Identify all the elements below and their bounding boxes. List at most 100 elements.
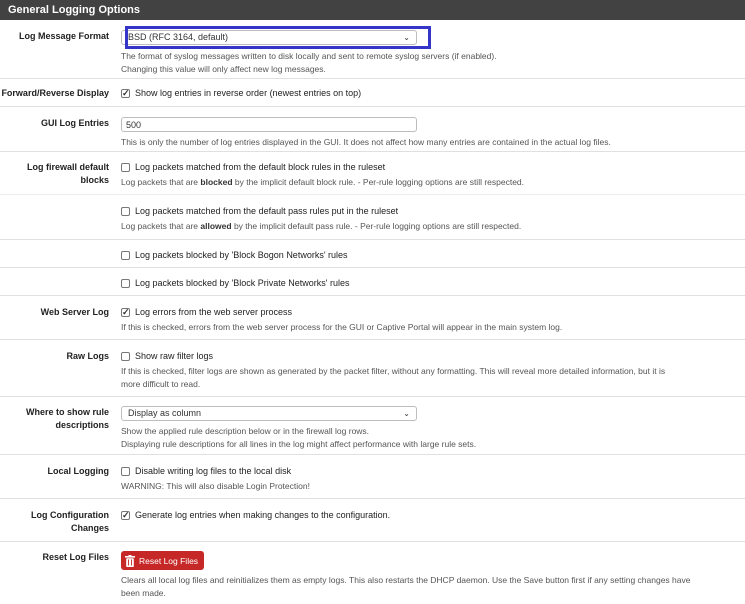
reset-log-files-help-2: been made. [121, 588, 166, 598]
row-firewall-default-block: Log firewall default blocks Log packets … [0, 152, 745, 195]
block-help-bold: blocked [200, 177, 233, 187]
block-bogon-field: Log packets blocked by 'Block Bogon Netw… [117, 249, 745, 267]
row-block-bogon: Log packets blocked by 'Block Bogon Netw… [0, 240, 745, 268]
forward-reverse-text: Show log entries in reverse order (newes… [135, 88, 362, 98]
row-gui-log-entries: GUI Log Entries This is only the number … [0, 107, 745, 152]
local-logging-help: WARNING: This will also disable Login Pr… [121, 481, 310, 491]
row-log-message-format: Log Message Format BSD (RFC 3164, defaul… [0, 20, 745, 79]
reset-log-files-button[interactable]: Reset Log Files [121, 551, 205, 570]
rule-descriptions-help-1: Show the applied rule description below … [121, 426, 370, 436]
rule-descriptions-value: Display as column [128, 408, 202, 418]
log-message-format-help-1: The format of syslog messages written to… [121, 51, 497, 61]
empty-label [0, 249, 117, 267]
local-logging-checkbox[interactable]: Disable writing log files to the local d… [121, 465, 745, 477]
log-private-checkbox[interactable]: Log packets blocked by 'Block Private Ne… [121, 277, 745, 289]
config-changes-checkbox[interactable]: Generate log entries when making changes… [121, 509, 745, 521]
row-forward-reverse: Forward/Reverse Display Show log entries… [0, 79, 745, 107]
row-rule-descriptions: Where to show rule descriptions Display … [0, 397, 745, 455]
log-private-text: Log packets blocked by 'Block Private Ne… [135, 278, 350, 288]
raw-logs-checkbox[interactable]: Show raw filter logs [121, 350, 745, 362]
log-default-block-checkbox[interactable]: Log packets matched from the default blo… [121, 161, 745, 173]
checkbox-unchecked-icon[interactable] [121, 351, 130, 361]
config-changes-label-line2: Changes [70, 523, 109, 533]
log-default-block-help: Log packets that are blocked by the impl… [121, 176, 745, 189]
reset-log-files-button-label: Reset Log Files [139, 555, 199, 566]
config-changes-label-line1: Log Configuration [31, 510, 109, 520]
log-message-format-help-2: Changing this value will only affect new… [121, 64, 326, 74]
panel-title: General Logging Options [0, 0, 745, 20]
checkbox-unchecked-icon[interactable] [121, 206, 130, 216]
checkbox-checked-icon[interactable] [121, 87, 130, 99]
raw-logs-help-2: more difficult to read. [121, 379, 201, 389]
local-logging-field: Disable writing log files to the local d… [117, 465, 745, 498]
log-message-format-label: Log Message Format [18, 31, 109, 41]
config-changes-text: Generate log entries when making changes… [135, 510, 391, 520]
row-block-private: Log packets blocked by 'Block Private Ne… [0, 268, 745, 296]
forward-reverse-checkbox[interactable]: Show log entries in reverse order (newes… [121, 87, 745, 99]
checkbox-unchecked-icon[interactable] [121, 278, 130, 288]
chevron-down-icon: ⌄ [403, 409, 410, 418]
firewall-default-label: Log firewall default blocks [0, 161, 117, 194]
row-config-changes: Log Configuration Changes Generate log e… [0, 499, 745, 542]
row-firewall-default-pass: Log packets matched from the default pas… [0, 195, 745, 240]
highlight-box [125, 26, 431, 49]
gui-log-entries-input[interactable] [121, 117, 417, 132]
local-logging-label: Local Logging [47, 466, 110, 476]
web-server-log-help: If this is checked, errors from the web … [121, 322, 563, 332]
web-server-log-text: Log errors from the web server process [135, 307, 293, 317]
raw-logs-label: Raw Logs [66, 351, 109, 361]
rule-descriptions-field: Display as column ⌄ Show the applied rul… [117, 406, 745, 454]
row-web-server-log: Web Server Log Log errors from the web s… [0, 296, 745, 340]
row-local-logging: Local Logging Disable writing log files … [0, 455, 745, 499]
firewall-default-label-line1: Log firewall default [26, 162, 109, 172]
general-logging-panel: General Logging Options Log Message Form… [0, 0, 745, 604]
trash-icon [125, 554, 135, 567]
pass-help-post: by the implicit default pass rule. - Per… [231, 221, 522, 231]
firewall-default-block-field: Log packets matched from the default blo… [117, 161, 745, 194]
web-server-log-checkbox[interactable]: Log errors from the web server process [121, 306, 745, 318]
block-private-field: Log packets blocked by 'Block Private Ne… [117, 277, 745, 295]
local-logging-text: Disable writing log files to the local d… [135, 466, 292, 476]
log-bogon-text: Log packets blocked by 'Block Bogon Netw… [135, 250, 348, 260]
web-server-log-label: Web Server Log [40, 307, 109, 317]
reset-log-files-help-1: Clears all local log files and reinitial… [121, 575, 691, 585]
rule-descriptions-label: Where to show rule descriptions [0, 406, 117, 454]
forward-reverse-label: Forward/Reverse Display [1, 88, 109, 98]
config-changes-field: Generate log entries when making changes… [117, 509, 745, 541]
firewall-default-label-line2: blocks [80, 175, 109, 185]
log-bogon-checkbox[interactable]: Log packets blocked by 'Block Bogon Netw… [121, 249, 745, 261]
block-help-post: by the implicit default block rule. - Pe… [232, 177, 525, 187]
rule-descriptions-label-line1: Where to show rule [25, 407, 109, 417]
checkbox-unchecked-icon[interactable] [121, 162, 130, 172]
gui-log-entries-field: This is only the number of log entries d… [117, 117, 745, 151]
web-server-log-field: Log errors from the web server process I… [117, 306, 745, 339]
empty-label [0, 277, 117, 295]
row-reset-log-files: Reset Log Files Reset Log Files Clears a… [0, 542, 745, 604]
log-default-pass-text: Log packets matched from the default pas… [135, 206, 399, 216]
reset-log-files-label: Reset Log Files [42, 552, 109, 562]
gui-log-entries-help: This is only the number of log entries d… [121, 137, 611, 147]
firewall-default-pass-field: Log packets matched from the default pas… [117, 205, 745, 239]
rule-descriptions-help-2: Displaying rule descriptions for all lin… [121, 439, 477, 449]
checkbox-checked-icon[interactable] [121, 306, 130, 318]
reset-log-files-field: Reset Log Files Clears all local log fil… [117, 551, 745, 604]
raw-logs-text: Show raw filter logs [135, 351, 214, 361]
checkbox-unchecked-icon[interactable] [121, 250, 130, 260]
log-default-pass-checkbox[interactable]: Log packets matched from the default pas… [121, 205, 745, 217]
raw-logs-field: Show raw filter logs If this is checked,… [117, 350, 745, 396]
log-default-block-text: Log packets matched from the default blo… [135, 162, 386, 172]
config-changes-label: Log Configuration Changes [0, 509, 117, 541]
row-raw-logs: Raw Logs Show raw filter logs If this is… [0, 340, 745, 397]
rule-descriptions-label-line2: descriptions [55, 420, 109, 430]
gui-log-entries-label: GUI Log Entries [40, 118, 109, 128]
forward-reverse-field: Show log entries in reverse order (newes… [117, 87, 745, 106]
pass-help-bold: allowed [200, 221, 232, 231]
block-help-pre: Log packets that are [121, 177, 201, 187]
rule-descriptions-select[interactable]: Display as column ⌄ [121, 406, 417, 421]
pass-help-pre: Log packets that are [121, 221, 201, 231]
checkbox-checked-icon[interactable] [121, 509, 130, 521]
checkbox-unchecked-icon[interactable] [121, 466, 130, 476]
raw-logs-help-1: If this is checked, filter logs are show… [121, 366, 666, 376]
log-default-pass-help: Log packets that are allowed by the impl… [121, 220, 745, 233]
empty-label [0, 205, 117, 239]
